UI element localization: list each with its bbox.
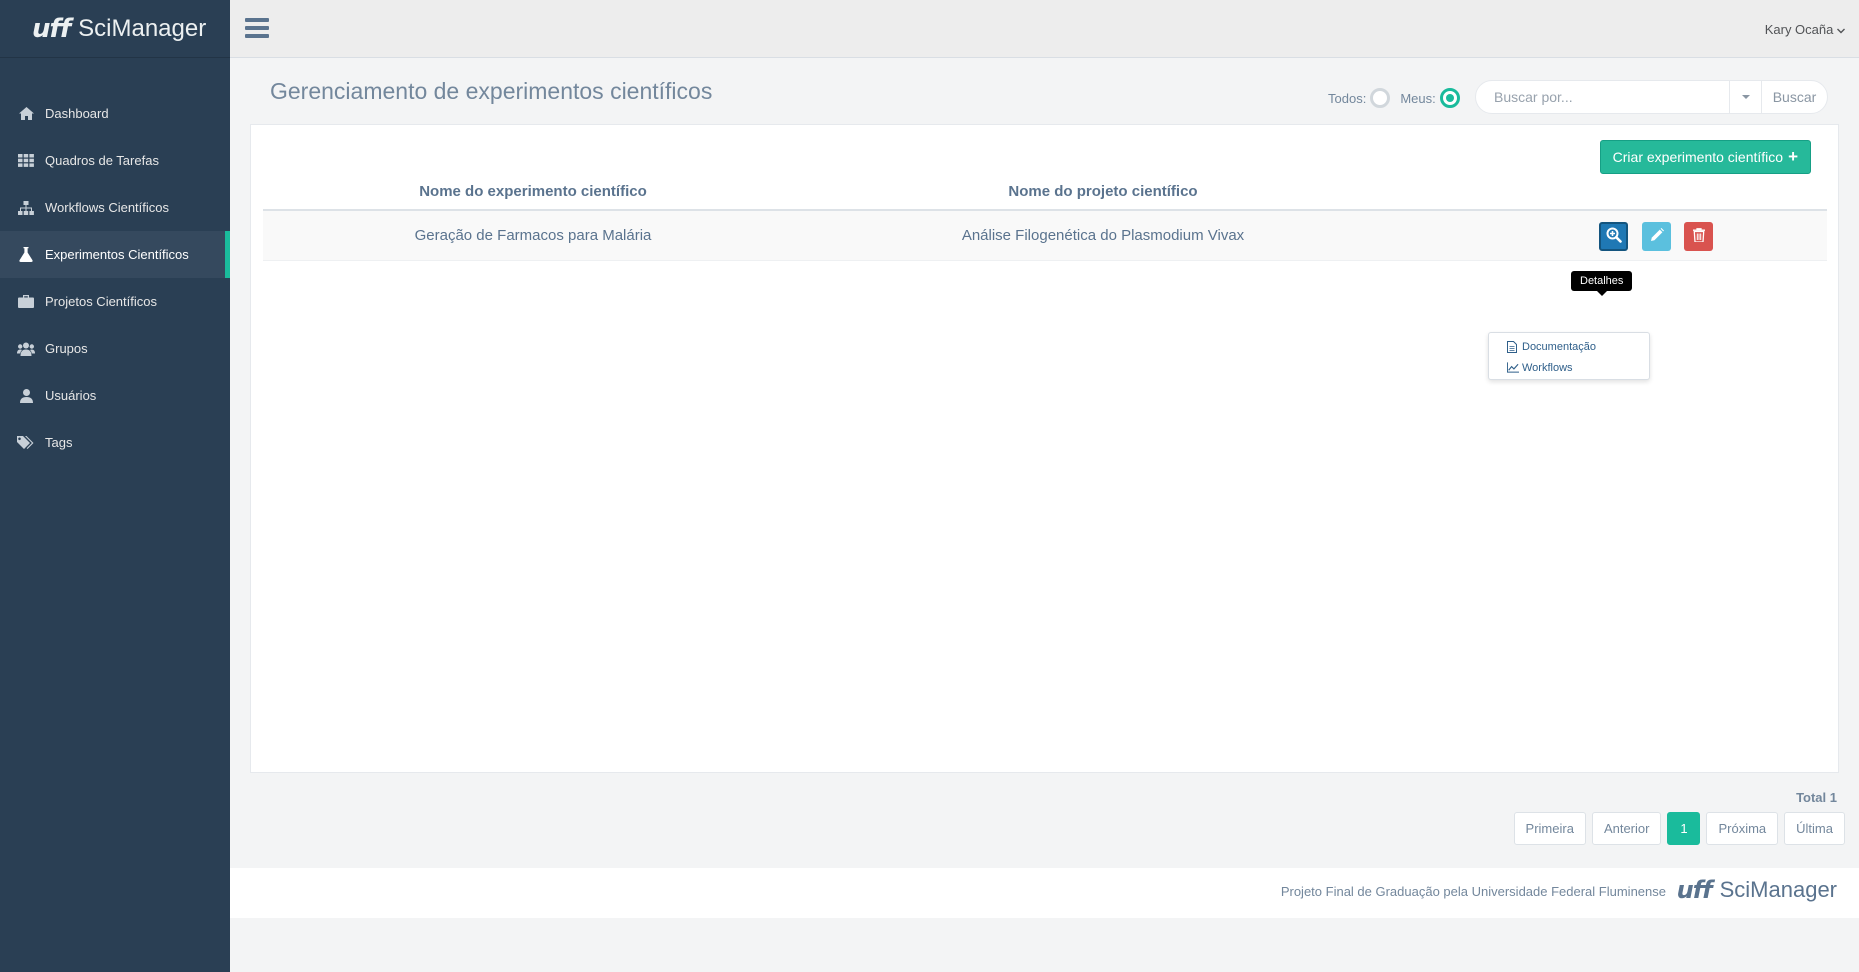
experiments-panel: Criar experimento científico + Nome do e… — [250, 124, 1839, 773]
page-current-button[interactable]: 1 — [1667, 812, 1701, 845]
sidebar-item-grupos[interactable]: Grupos — [0, 325, 230, 372]
tags-icon — [15, 435, 37, 451]
brand[interactable]: uff SciManager — [0, 0, 230, 58]
details-tooltip: Detalhes — [1571, 271, 1633, 296]
search-group: Buscar — [1475, 80, 1828, 114]
pencil-icon — [1650, 227, 1664, 246]
edit-button[interactable] — [1642, 222, 1671, 251]
top-navbar: Kary Ocaña — [230, 0, 1859, 58]
footer-brand: uff SciManager — [1677, 876, 1837, 904]
project-name-cell: Análise Filogenética do Plasmodium Vivax — [961, 227, 1245, 244]
sidebar-item-usuarios[interactable]: Usuários — [0, 372, 230, 419]
menu-item-label: Documentação — [1522, 340, 1596, 353]
briefcase-icon — [15, 294, 37, 310]
sidebar-item-label: Tags — [45, 435, 73, 450]
sidebar-item-label: Dashboard — [45, 106, 109, 121]
total-count: Total 1 — [1796, 790, 1837, 805]
sidebar-item-label: Projetos Científicos — [45, 294, 157, 309]
menu-item-documentacao[interactable]: Documentação — [1507, 336, 1649, 357]
pagination: Primeira Anterior 1 Próxima Última — [1508, 812, 1845, 845]
filter-meus-label: Meus: — [1400, 90, 1436, 106]
menu-item-label: Workflows — [1522, 361, 1573, 374]
column-header-experiment: Nome do experimento científico — [419, 182, 647, 200]
line-chart-icon — [1507, 361, 1519, 374]
table-row: Geração de Farmacos para Malária Análise… — [263, 211, 1827, 261]
filter-todos-label: Todos: — [1328, 90, 1367, 106]
experiments-table: Nome do experimento científico Nome do p… — [263, 173, 1827, 261]
filter-todos-radio[interactable] — [1370, 88, 1391, 108]
sidebar-item-label: Experimentos Científicos — [45, 247, 189, 262]
page-first-button[interactable]: Primeira — [1513, 812, 1586, 845]
menu-toggle-icon[interactable] — [245, 18, 269, 40]
experiment-name-cell: Geração de Farmacos para Malária — [414, 227, 652, 244]
sitemap-icon — [15, 200, 37, 216]
zoom-in-icon — [1606, 227, 1622, 247]
page-title: Gerenciamento de experimentos científico… — [270, 78, 713, 104]
sidebar-item-quadros-de-tarefas[interactable]: Quadros de Tarefas — [0, 137, 230, 184]
search-button[interactable]: Buscar — [1761, 81, 1827, 113]
footer: Projeto Final de Graduação pela Universi… — [230, 868, 1859, 918]
filter-meus-radio[interactable] — [1439, 88, 1460, 108]
menu-item-workflows[interactable]: Workflows — [1507, 357, 1649, 378]
delete-button[interactable] — [1684, 222, 1713, 251]
uff-logo: uff — [1676, 876, 1713, 904]
file-text-icon — [1507, 340, 1519, 353]
page-next-button[interactable]: Próxima — [1706, 812, 1779, 845]
chevron-down-icon — [1837, 22, 1845, 37]
uff-logo: uff — [32, 13, 71, 44]
trash-icon — [1692, 227, 1705, 246]
sidebar-item-dashboard[interactable]: Dashboard — [0, 90, 230, 137]
brand-name: SciManager — [78, 14, 207, 42]
details-dropdown-menu: Documentação Workflows — [1488, 332, 1650, 380]
create-experiment-label: Criar experimento científico — [1612, 149, 1784, 165]
sidebar-item-label: Workflows Científicos — [45, 200, 170, 215]
user-menu[interactable]: Kary Ocaña — [1765, 22, 1845, 37]
home-icon — [15, 106, 37, 122]
footer-text: Projeto Final de Graduação pela Universi… — [1280, 884, 1666, 899]
sidebar-nav: Dashboard Quadros de Tarefas Workflows C… — [0, 90, 230, 466]
flask-icon — [15, 247, 37, 263]
search-input[interactable] — [1476, 81, 1729, 113]
sidebar-item-experimentos-cientificos[interactable]: Experimentos Científicos — [0, 231, 230, 278]
sidebar-item-label: Grupos — [45, 341, 88, 356]
sidebar: uff SciManager Dashboard Quadros de Tare… — [0, 0, 230, 972]
grid-icon — [15, 153, 37, 169]
create-experiment-button[interactable]: Criar experimento científico + — [1599, 140, 1811, 174]
row-actions — [1403, 211, 1827, 260]
details-button[interactable] — [1599, 222, 1628, 251]
sidebar-item-workflows-cientificos[interactable]: Workflows Científicos — [0, 184, 230, 231]
page-previous-button[interactable]: Anterior — [1591, 812, 1662, 845]
footer-brand-name: SciManager — [1719, 877, 1837, 902]
users-icon — [15, 341, 37, 357]
column-header-actions — [1403, 173, 1827, 209]
sidebar-item-label: Quadros de Tarefas — [45, 153, 159, 168]
page-last-button[interactable]: Última — [1784, 812, 1845, 845]
owner-filter: Todos: Meus: — [1328, 88, 1470, 108]
sidebar-item-projetos-cientificos[interactable]: Projetos Científicos — [0, 278, 230, 325]
plus-icon: + — [1788, 147, 1798, 166]
table-header: Nome do experimento científico Nome do p… — [263, 173, 1827, 211]
user-icon — [15, 388, 37, 404]
sidebar-item-tags[interactable]: Tags — [0, 419, 230, 466]
sidebar-item-label: Usuários — [45, 388, 97, 403]
search-options-caret-icon[interactable] — [1729, 81, 1761, 113]
column-header-project: Nome do projeto científico — [1008, 182, 1198, 200]
user-name: Kary Ocaña — [1764, 22, 1834, 37]
